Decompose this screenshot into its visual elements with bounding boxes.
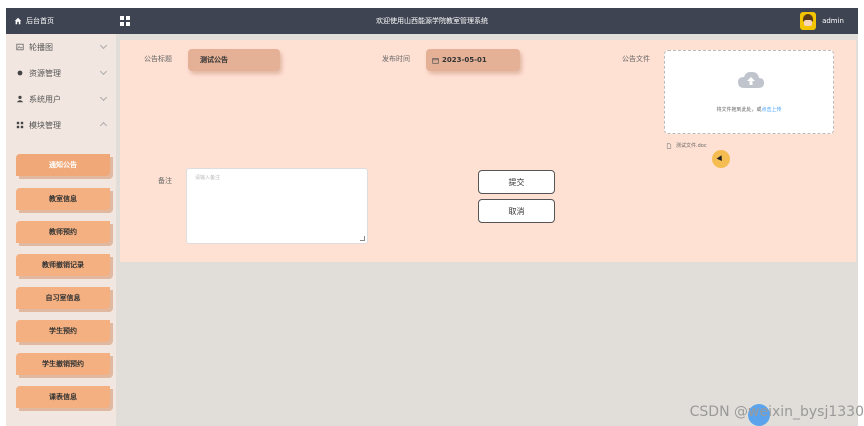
submenu-student-booking[interactable]: 学生预约 (16, 320, 110, 342)
sidebar-item-resources[interactable]: 资源管理 (6, 60, 116, 86)
sidebar-item-label: 资源管理 (29, 68, 61, 78)
upload-link[interactable]: 点击上传 (762, 107, 782, 113)
calendar-icon (432, 57, 439, 64)
submenu-schedule[interactable]: 课表信息 (16, 386, 110, 408)
upload-hint-text: 将文件拖到此处，或 (716, 107, 762, 113)
sidebar-item-label: 模块管理 (29, 120, 61, 130)
resize-handle-icon[interactable] (360, 236, 365, 241)
sidebar-item-users[interactable]: 系统用户 (6, 86, 116, 112)
file-name: 测试文件.doc (676, 143, 707, 149)
watermark: CSDN @weixin_bysj1330 (689, 404, 864, 420)
submenu-teacher-booking[interactable]: 教师预约 (16, 221, 110, 243)
remark-textarea[interactable]: 请输入备注 (186, 168, 368, 244)
date-picker[interactable]: 2023-05-01 (426, 49, 520, 71)
cancel-button[interactable]: 取消 (478, 199, 555, 223)
submenu-classroom[interactable]: 教室信息 (16, 188, 110, 210)
chevron-down-icon (99, 67, 108, 76)
sidebar-item-label: 系统用户 (29, 94, 61, 104)
title-input[interactable]: 测试公告 (188, 49, 280, 71)
chevron-up-icon (99, 121, 108, 130)
remark-label: 备注 (158, 177, 172, 185)
submenu-notice[interactable]: 通知公告 (16, 154, 110, 176)
submit-button[interactable]: 提交 (478, 170, 555, 194)
title-label: 公告标题 (144, 55, 172, 63)
file-upload-area[interactable]: 将文件拖到此处，或点击上传 (664, 50, 834, 134)
file-label: 公告文件 (622, 55, 650, 63)
username: admin (822, 17, 844, 25)
form-panel: 公告标题 测试公告 发布时间 2023-05-01 公告文件 将文件拖到此处，或… (120, 40, 856, 262)
page-title: 欢迎使用山西能源学院教室管理系统 (376, 17, 488, 25)
avatar (800, 12, 817, 30)
cloud-upload-icon (738, 71, 764, 88)
uploaded-file[interactable]: 测试文件.doc (666, 142, 707, 149)
user-icon (16, 95, 24, 103)
sidebar-item-label: 轮播图 (29, 42, 53, 52)
main-content: 公告标题 测试公告 发布时间 2023-05-01 公告文件 将文件拖到此处，或… (116, 34, 858, 426)
top-bar: 后台首页 欢迎使用山西能源学院教室管理系统 admin (6, 8, 858, 34)
sidebar-item-carousel[interactable]: 轮播图 (6, 34, 116, 60)
image-icon (16, 43, 24, 51)
sidebar: 轮播图 资源管理 系统用户 模块管理 通知公告 教室信息 教师预约 教师撤销记录… (6, 34, 116, 426)
submenu-teacher-cancel[interactable]: 教师撤销记录 (16, 254, 110, 276)
submenu-study-room[interactable]: 自习室信息 (16, 287, 110, 309)
sidebar-item-modules[interactable]: 模块管理 (6, 112, 116, 138)
remark-placeholder: 请输入备注 (195, 175, 221, 181)
document-icon (666, 142, 672, 149)
chevron-down-icon (99, 93, 108, 102)
date-value: 2023-05-01 (442, 56, 487, 64)
app-window: 后台首页 欢迎使用山西能源学院教室管理系统 admin 轮播图 资源管理 系统用… (6, 8, 858, 426)
page-margin-right (858, 0, 864, 426)
user-menu[interactable]: admin (800, 12, 844, 30)
module-icon (16, 121, 24, 129)
dot-icon (17, 70, 23, 76)
date-label: 发布时间 (382, 55, 410, 63)
upload-hint: 将文件拖到此处，或点击上传 (665, 106, 833, 113)
submenu-student-cancel[interactable]: 学生撤销预约 (16, 353, 110, 375)
chevron-down-icon (99, 41, 108, 50)
